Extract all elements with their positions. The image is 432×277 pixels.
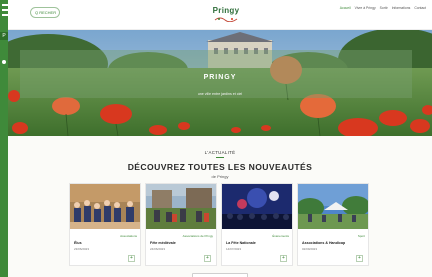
news-card-image — [298, 184, 368, 229]
top-navigation: Accueil Vivre à Pringy Sortir Informatio… — [337, 6, 426, 10]
side-strip: P — [0, 0, 22, 277]
news-card[interactable]: Sport Associations & Handicap 02/09/2023… — [297, 183, 369, 266]
nav-item-accueil[interactable]: Accueil — [340, 6, 351, 10]
news-card-image — [70, 184, 140, 229]
read-more-button[interactable]: + — [356, 255, 363, 262]
site-header: Q RECHER Pringy Accueil Vivre à Pringy S… — [8, 0, 432, 30]
news-card-title: Élus — [74, 241, 82, 245]
logo-text: Pringy — [212, 6, 240, 15]
news-section-subtitle: de Pringy — [211, 174, 229, 179]
side-dot — [2, 60, 6, 64]
news-card-category: Événements — [272, 234, 289, 238]
news-card-date: 24/06/2023 — [150, 247, 166, 251]
nav-item-vivre[interactable]: Vivre à Pringy — [355, 6, 376, 10]
news-card-title: Fête médiévale — [150, 241, 176, 245]
search-button[interactable]: Q RECHER — [30, 7, 60, 18]
news-section-title: DÉCOUVREZ TOUTES LES NOUVEAUTÉS — [127, 162, 313, 172]
news-divider — [216, 157, 224, 158]
news-card-title: Associations & Handicap — [302, 241, 346, 245]
site-logo[interactable]: Pringy — [206, 6, 246, 22]
news-kicker: L'ACTUALITÉ — [204, 150, 236, 155]
news-card-category: Sport — [357, 234, 365, 238]
read-more-button[interactable]: + — [204, 255, 211, 262]
page: P Q RECHER Pringy Accueil Vivre à Pringy… — [0, 0, 432, 277]
read-more-button[interactable]: + — [280, 255, 287, 262]
news-card[interactable]: Associations de Pringy Fête médiévale 24… — [145, 183, 217, 266]
news-card-date: 23/06/2023 — [74, 247, 90, 251]
news-card[interactable]: Événements La Fête Nationale 14/07/2023 … — [221, 183, 293, 266]
side-tab[interactable]: P — [0, 32, 8, 40]
news-card[interactable]: Associations Élus 23/06/2023 + — [69, 183, 141, 266]
news-card-category: Associations de Pringy — [182, 234, 213, 238]
all-news-button[interactable] — [192, 273, 248, 277]
news-card-image — [222, 184, 292, 229]
nav-item-sortir[interactable]: Sortir — [380, 6, 388, 10]
hero-banner: PRINGY une ville entre jardins et ciel — [8, 30, 432, 136]
news-card-title: La Fête Nationale — [226, 241, 256, 245]
news-card-image — [146, 184, 216, 229]
read-more-button[interactable]: + — [128, 255, 135, 262]
logo-mark-icon — [214, 17, 238, 22]
news-card-date: 02/09/2023 — [302, 247, 318, 251]
news-card-date: 14/07/2023 — [226, 247, 242, 251]
nav-item-informations[interactable]: Informations — [392, 6, 411, 10]
nav-item-contact[interactable]: Contact — [414, 6, 426, 10]
news-card-category: Associations — [120, 234, 137, 238]
hero-title: PRINGY — [203, 74, 237, 81]
hero-subtitle: une ville entre jardins et ciel — [197, 92, 243, 96]
